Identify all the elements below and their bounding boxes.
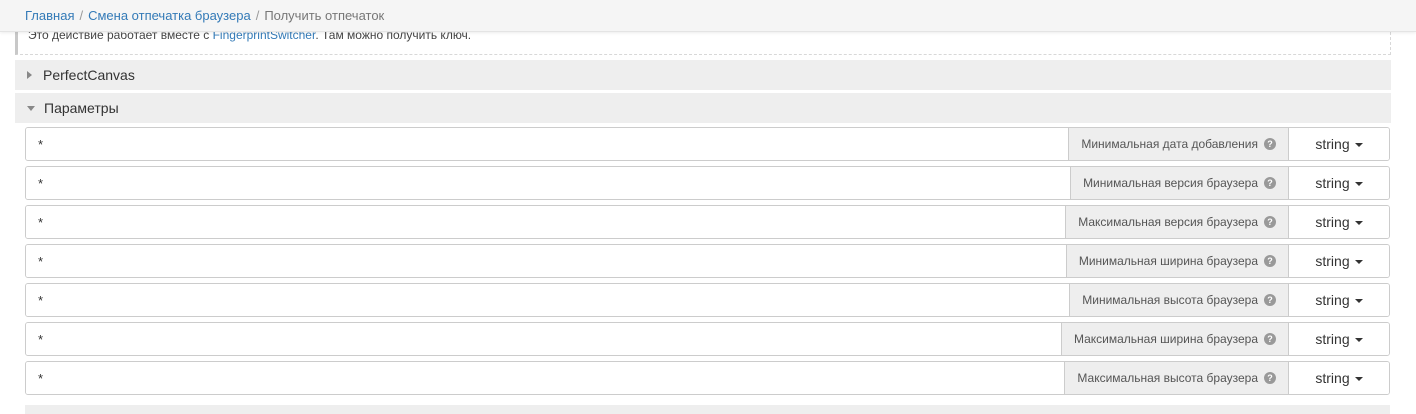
param-label-text: Максимальная версия браузера bbox=[1078, 215, 1258, 229]
type-dropdown-label: string bbox=[1315, 175, 1350, 191]
section-perfectcanvas-label: PerfectCanvas bbox=[43, 67, 135, 83]
param-label-text: Минимальная версия браузера bbox=[1083, 176, 1258, 190]
breadcrumb: Главная / Смена отпечатка браузера / Пол… bbox=[0, 0, 1416, 32]
param-label-text: Максимальная высота браузера bbox=[1077, 371, 1258, 385]
help-icon[interactable]: ? bbox=[1264, 372, 1276, 384]
param-value-input[interactable] bbox=[26, 323, 1061, 355]
type-dropdown-label: string bbox=[1315, 136, 1350, 152]
param-row: Минимальная дата добавления? string bbox=[25, 127, 1390, 161]
param-row: Максимальная ширина браузера? string bbox=[25, 322, 1390, 356]
type-dropdown-label: string bbox=[1315, 253, 1350, 269]
help-icon[interactable]: ? bbox=[1264, 216, 1276, 228]
chevron-down-icon bbox=[1354, 260, 1363, 264]
section-params[interactable]: Параметры bbox=[15, 93, 1391, 123]
param-label: Максимальная версия браузера? bbox=[1065, 206, 1289, 238]
chevron-down-icon bbox=[1354, 299, 1363, 303]
type-dropdown-button[interactable]: string bbox=[1289, 167, 1389, 199]
type-dropdown-button[interactable]: string bbox=[1289, 284, 1389, 316]
section-params-label: Параметры bbox=[44, 100, 119, 116]
param-label: Минимальная дата добавления? bbox=[1068, 128, 1289, 160]
param-label-text: Минимальная ширина браузера bbox=[1078, 254, 1258, 268]
param-label: Максимальная высота браузера? bbox=[1064, 362, 1289, 394]
param-label-text: Максимальная ширина браузера bbox=[1073, 332, 1258, 346]
param-row: Минимальная высота браузера? string bbox=[25, 283, 1390, 317]
help-icon[interactable]: ? bbox=[1264, 255, 1276, 267]
breadcrumb-current: Получить отпечаток bbox=[264, 8, 385, 23]
param-label: Минимальная высота браузера? bbox=[1069, 284, 1289, 316]
section-perfectcanvas[interactable]: PerfectCanvas bbox=[15, 60, 1391, 90]
param-value-input[interactable] bbox=[26, 284, 1070, 316]
help-icon[interactable]: ? bbox=[1264, 177, 1276, 189]
breadcrumb-home-link[interactable]: Главная bbox=[25, 8, 74, 23]
type-dropdown-button[interactable]: string bbox=[1289, 206, 1389, 238]
breadcrumb-section-link[interactable]: Смена отпечатка браузера bbox=[88, 8, 251, 23]
type-dropdown-button[interactable]: string bbox=[1289, 128, 1389, 160]
help-icon[interactable]: ? bbox=[1264, 294, 1276, 306]
chevron-down-icon bbox=[1354, 143, 1363, 147]
param-value-input[interactable] bbox=[26, 167, 1071, 199]
help-icon[interactable]: ? bbox=[1264, 333, 1276, 345]
next-section-edge bbox=[25, 405, 1390, 414]
type-dropdown-button[interactable]: string bbox=[1289, 245, 1389, 277]
caret-right-icon bbox=[27, 71, 32, 79]
type-dropdown-label: string bbox=[1315, 214, 1350, 230]
param-label: Минимальная версия браузера? bbox=[1070, 167, 1289, 199]
type-dropdown-button[interactable]: string bbox=[1289, 362, 1389, 394]
param-label-text: Минимальная дата добавления bbox=[1081, 137, 1258, 151]
chevron-down-icon bbox=[1354, 377, 1363, 381]
param-label: Максимальная ширина браузера? bbox=[1060, 323, 1289, 355]
param-row: Максимальная версия браузера? string bbox=[25, 205, 1390, 239]
type-dropdown-label: string bbox=[1315, 292, 1350, 308]
chevron-down-icon bbox=[1354, 182, 1363, 186]
type-dropdown-label: string bbox=[1315, 331, 1350, 347]
chevron-down-icon bbox=[1354, 338, 1363, 342]
breadcrumb-separator: / bbox=[255, 8, 260, 23]
param-row: Минимальная версия браузера? string bbox=[25, 166, 1390, 200]
param-value-input[interactable] bbox=[26, 245, 1066, 277]
param-value-input[interactable] bbox=[26, 206, 1066, 238]
type-dropdown-label: string bbox=[1315, 370, 1350, 386]
caret-down-icon bbox=[27, 106, 35, 111]
param-value-input[interactable] bbox=[26, 362, 1065, 394]
param-row: Максимальная высота браузера? string bbox=[25, 361, 1390, 395]
chevron-down-icon bbox=[1354, 221, 1363, 225]
breadcrumb-separator: / bbox=[79, 8, 84, 23]
param-label-text: Минимальная высота браузера bbox=[1082, 293, 1258, 307]
param-row: Минимальная ширина браузера? string bbox=[25, 244, 1390, 278]
param-value-input[interactable] bbox=[26, 128, 1069, 160]
help-icon[interactable]: ? bbox=[1264, 138, 1276, 150]
type-dropdown-button[interactable]: string bbox=[1289, 323, 1389, 355]
param-label: Минимальная ширина браузера? bbox=[1065, 245, 1289, 277]
